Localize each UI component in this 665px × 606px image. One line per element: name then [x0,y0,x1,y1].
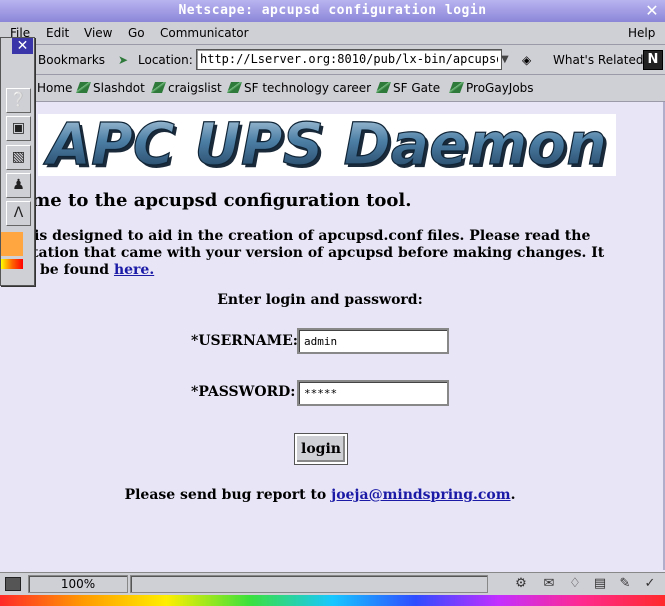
here-link[interactable]: here. [114,262,154,278]
url-text: http://Lserver.org:8010/pub/lx-bin/apcup… [200,52,498,66]
menu-view[interactable]: View [84,26,112,40]
login-prompt: Enter login and password: [217,292,423,308]
bookmark-sf-technology-career[interactable]: SF technology career [226,81,372,95]
menu-go[interactable]: Go [128,26,145,40]
close-palette-icon[interactable]: ✕ [12,38,33,54]
intro-line-3: be found here. [0,262,636,279]
close-window-icon[interactable]: ✕ [643,2,661,19]
zoom-level: 100% [28,575,128,593]
page-heading: elcome to the apcupsd configuration tool… [0,190,412,211]
edit-icon[interactable]: ✓ [641,576,659,591]
gradient-swatch[interactable] [1,259,23,269]
netscape-logo[interactable]: N [643,50,663,70]
discussions-icon[interactable]: ♢ [566,576,584,591]
window-title: Netscape: apcupsd configuration login [178,3,487,18]
password-label: *PASSWORD: [191,384,296,400]
bookmark-craigslist[interactable]: craigslist [150,81,222,95]
window-tool-icon[interactable]: ▣ [6,116,31,141]
bookmark-slashdot[interactable]: Slashdot [75,81,145,95]
bookmark-icon [226,82,243,93]
desktop-color-strip [0,595,665,606]
color-swatch[interactable] [1,232,23,256]
bookmarks-label: Bookmarks [38,53,106,67]
bookmark-icon [150,82,167,93]
bookmark-label: SF technology career [244,81,372,95]
intro-line: umentation that came with your version o… [0,245,605,261]
bug-report-prefix: Please send bug report to [124,487,327,503]
page-content: APC UPS Daemon APC UPS Daemon elcome to … [0,102,665,570]
bookmark-label: ProGayJobs [466,81,534,95]
mail-icon[interactable]: ✉ [540,576,558,591]
bug-report-email-link[interactable]: joeja@mindspring.com [331,487,510,503]
compass-tool-icon[interactable]: Λ [6,201,31,226]
bug-report-line: Please send bug report to joeja@mindspri… [0,487,640,503]
intro-paragraph: s tool is designed to aid in the creatio… [0,228,636,279]
login-button[interactable]: login [294,433,348,465]
lasso-tool-icon[interactable]: ❔ [6,88,31,113]
bookmark-icon [448,82,465,93]
location-label: Location: [138,53,193,67]
bookmark-label: SF Gate [393,81,441,95]
logo-text: APC UPS Daemon [43,114,607,176]
status-message-area [130,575,488,593]
apc-ups-daemon-logo: APC UPS Daemon APC UPS Daemon [38,114,616,176]
whats-related-icon[interactable]: ◈ [522,53,531,67]
gradient-tool-icon[interactable]: ▧ [6,145,31,170]
username-label: *USERNAME: [191,333,298,349]
composer-icon[interactable]: ✎ [616,576,634,591]
stamp-tool-icon[interactable]: ♟ [6,173,31,198]
bookmark-home[interactable]: Home [37,81,72,95]
bookmark-label: Home [37,81,73,95]
menu-bar: File Edit View Go Communicator Help [0,22,665,45]
url-history-dropdown-icon[interactable]: ▼ [501,49,513,70]
bookmark-label: Slashdot [93,81,145,95]
bookmark-sf-gate[interactable]: SF Gate [375,81,441,95]
url-input[interactable]: http://Lserver.org:8010/pub/lx-bin/apcup… [196,49,502,70]
whats-related-button[interactable]: What's Related [553,53,643,67]
security-lock-icon[interactable] [5,577,21,591]
location-toolbar: Bookmarks ➤ Location: http://Lserver.org… [0,45,665,75]
personal-toolbar: Home Slashdot craigslist SF technology c… [0,75,665,102]
menu-communicator[interactable]: Communicator [160,26,249,40]
bookmarks-button[interactable]: Bookmarks [38,53,105,67]
menu-edit[interactable]: Edit [46,26,69,40]
bookmark-label: craigslist [168,81,222,95]
intro-line-prefix: be found [40,262,110,278]
bookmark-icon [375,82,392,93]
window-title-bar: Netscape: apcupsd configuration login ✕ [0,0,665,23]
navigator-icon[interactable]: ⚙ [512,576,530,591]
bookmark-icon [75,82,92,93]
username-value: admin [304,335,338,348]
password-value: ***** [304,387,338,400]
bookmark-progayjobs[interactable]: ProGayJobs [448,81,534,95]
location-pin-icon: ➤ [118,53,129,67]
password-field[interactable]: ***** [297,380,449,406]
bug-report-suffix: . [510,487,516,503]
menu-help[interactable]: Help [628,26,655,40]
address-book-icon[interactable]: ▤ [591,576,609,591]
username-field[interactable]: admin [297,328,449,354]
intro-line: s tool is designed to aid in the creatio… [0,228,591,244]
status-bar: 100% ⚙ ✉ ♢ ▤ ✎ ✓ [0,572,665,595]
floating-tool-palette: ✕ ❔ ▣ ▧ ♟ Λ [0,37,35,286]
